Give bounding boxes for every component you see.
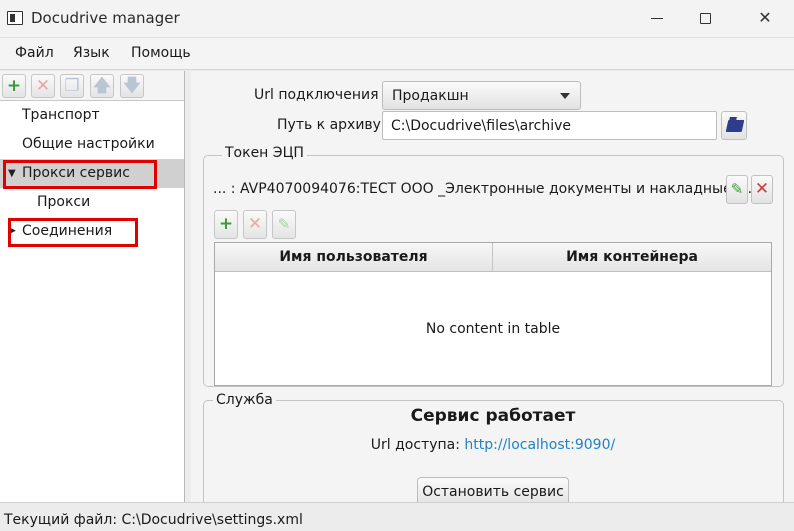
highlight-box-proxy-service xyxy=(3,160,157,189)
service-url-label: Url доступа: xyxy=(370,437,460,453)
tree-item-label: Транспорт xyxy=(22,107,100,123)
browse-folder-button[interactable] xyxy=(721,111,747,140)
copy-node-button[interactable]: ❐ xyxy=(60,74,84,98)
tree-item-proxy[interactable]: Прокси xyxy=(0,188,184,217)
service-url-link[interactable]: http://localhost:9090/ xyxy=(464,437,615,453)
maximize-button[interactable] xyxy=(682,0,728,38)
table-header: Имя пользователя Имя контейнера xyxy=(215,243,771,272)
app-window-icon xyxy=(7,11,23,25)
pencil-icon: ✎ xyxy=(277,215,291,233)
maximize-icon xyxy=(699,13,711,24)
url-label: Url подключения xyxy=(254,87,379,103)
copy-icon: ❐ xyxy=(64,76,80,96)
service-url-row: Url доступа: http://localhost:9090/ xyxy=(203,437,783,453)
token-value: ... : AVP4070094076:ТЕСТ ООО _Электронны… xyxy=(213,181,757,197)
move-up-button[interactable]: 🡅 xyxy=(90,74,114,98)
title-bar: Docudrive manager ✕ xyxy=(0,0,794,38)
close-icon: ✕ xyxy=(758,8,772,27)
column-header-username[interactable]: Имя пользователя xyxy=(215,243,493,272)
window-title: Docudrive manager xyxy=(31,9,180,27)
column-header-container[interactable]: Имя контейнера xyxy=(493,243,771,272)
close-button[interactable]: ✕ xyxy=(742,0,788,38)
delete-icon: ✕ xyxy=(754,179,770,199)
pencil-icon: ✎ xyxy=(730,180,744,198)
archive-path-label: Путь к архиву xyxy=(277,117,381,133)
archive-path-field[interactable]: C:\Docudrive\files\archive xyxy=(382,111,717,140)
menu-bar: Файл Язык Помощь xyxy=(0,38,794,70)
users-table: Имя пользователя Имя контейнера No conte… xyxy=(214,242,772,386)
edit-token-button[interactable]: ✎ xyxy=(726,175,748,204)
highlight-box-connections xyxy=(8,218,138,247)
edit-user-button[interactable]: ✎ xyxy=(272,210,296,239)
arrow-up-icon: 🡅 xyxy=(93,76,111,96)
delete-token-button[interactable]: ✕ xyxy=(751,175,773,204)
service-status: Сервис работает xyxy=(410,406,576,426)
menu-help[interactable]: Помощь xyxy=(131,45,191,61)
remove-node-button[interactable]: ✕ xyxy=(31,74,55,98)
chevron-down-icon xyxy=(560,93,570,99)
add-user-button[interactable]: + xyxy=(214,210,238,239)
status-bar: Текущий файл: C:\Docudrive\settings.xml xyxy=(0,502,794,531)
plus-icon: + xyxy=(6,76,22,96)
add-node-button[interactable]: + xyxy=(2,74,26,98)
menu-language[interactable]: Язык xyxy=(73,45,110,61)
remove-user-button[interactable]: ✕ xyxy=(243,210,267,239)
url-select-value: Продакшн xyxy=(392,88,469,104)
delete-icon: ✕ xyxy=(35,76,51,96)
menu-file[interactable]: Файл xyxy=(15,45,54,61)
plus-icon: + xyxy=(218,214,234,234)
delete-icon: ✕ xyxy=(247,214,263,234)
archive-path-value: C:\Docudrive\files\archive xyxy=(391,118,571,134)
move-down-button[interactable]: 🡇 xyxy=(120,74,144,98)
minimize-icon xyxy=(651,18,663,19)
tree-item-label: Прокси xyxy=(37,194,91,210)
current-file-status: Текущий файл: C:\Docudrive\settings.xml xyxy=(4,512,303,528)
url-select[interactable]: Продакшн xyxy=(382,81,581,110)
left-panel: + ✕ ❐ 🡅 🡇 Транспорт Общие настройки ▼ Пр… xyxy=(0,71,185,502)
tree-item-general-settings[interactable]: Общие настройки xyxy=(0,130,184,159)
table-empty-message: No content in table xyxy=(425,321,561,337)
token-group-title: Токен ЭЦП xyxy=(222,145,307,161)
folder-icon xyxy=(725,120,745,132)
tree-item-label: Общие настройки xyxy=(22,136,155,152)
arrow-down-icon: 🡇 xyxy=(123,76,141,96)
tree-item-transport[interactable]: Транспорт xyxy=(0,101,184,130)
settings-panel: Url подключения Продакшн Путь к архиву C… xyxy=(191,71,794,520)
minimize-button[interactable] xyxy=(634,0,680,38)
